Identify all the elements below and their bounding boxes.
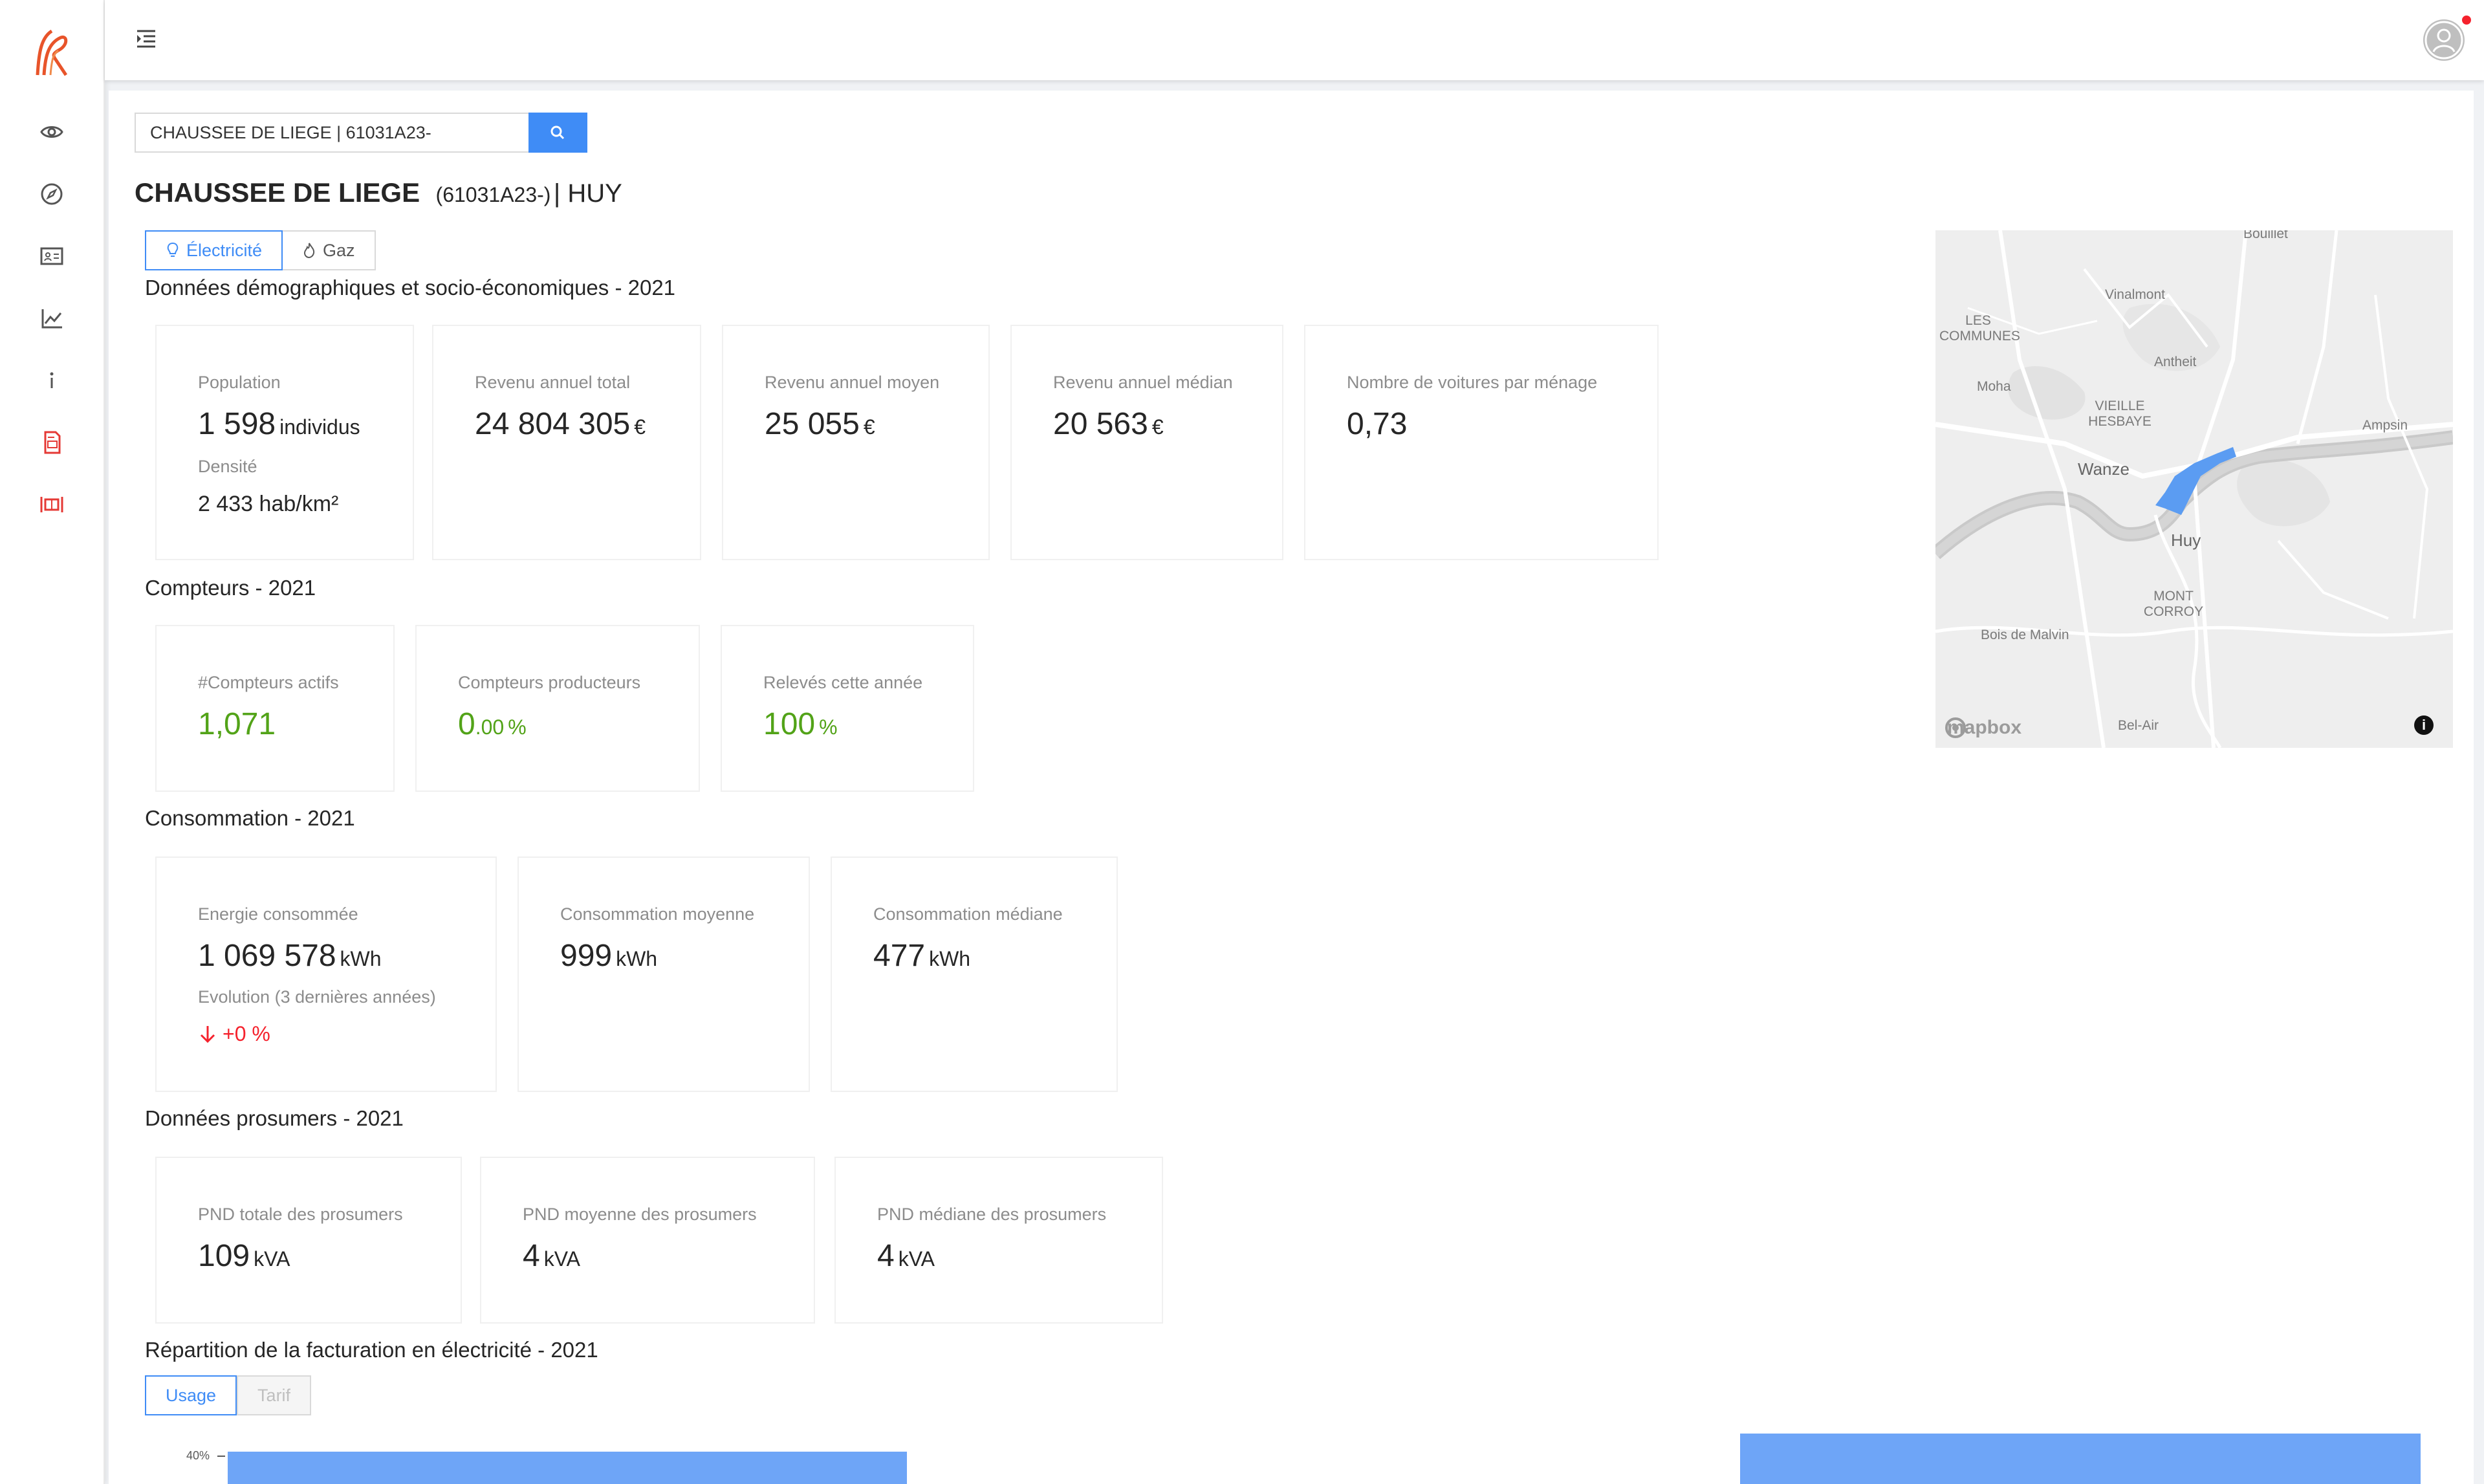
line-chart-icon[interactable]	[38, 304, 66, 333]
card-pnd-median: PND médiane des prosumers 4 kVA	[834, 1157, 1163, 1324]
section-title-prosumers: Données prosumers - 2021	[145, 1106, 404, 1130]
card-producer-meters: Compteurs producteurs 0.00%	[415, 625, 700, 792]
id-card-icon[interactable]	[38, 242, 66, 270]
search-icon	[550, 125, 565, 140]
card-pnd-mean: PND moyenne des prosumers 4 kVA	[480, 1157, 815, 1324]
tab-usage[interactable]: Usage	[145, 1375, 237, 1415]
map[interactable]: Bouillet Vinalmont LES COMMUNES Antheit …	[1935, 230, 2453, 748]
tab-tariff[interactable]: Tarif	[237, 1375, 312, 1415]
y-tick-label: 40%	[186, 1449, 210, 1462]
mapbox-logo-icon	[1945, 717, 1966, 738]
card-revenue-median: Revenu annuel médian 20 563 €	[1010, 325, 1283, 560]
y-tick-mark	[217, 1456, 225, 1457]
card-energy-consumed: Energie consommée 1 069 578 kWh Evolution…	[155, 857, 497, 1092]
menu-fold-icon[interactable]	[133, 26, 159, 52]
card-revenue-mean: Revenu annuel moyen 25 055 €	[722, 325, 990, 560]
section-title-consumption: Consommation - 2021	[145, 806, 355, 830]
file-pdf-icon[interactable]	[38, 428, 66, 457]
energy-tabs: Électricité Gaz	[145, 230, 376, 270]
section-title-billing: Répartition de la facturation en électri…	[145, 1338, 598, 1362]
compass-icon[interactable]	[38, 180, 66, 208]
sidebar	[0, 0, 105, 1484]
user-icon[interactable]	[2423, 19, 2465, 61]
top-header	[105, 0, 2484, 80]
search-bar	[135, 113, 587, 153]
eye-icon[interactable]	[38, 118, 66, 146]
card-revenue-total: Revenu annuel total 24 804 305 €	[432, 325, 701, 560]
evolution-value: +0 %	[198, 1022, 270, 1046]
main-content: CHAUSSEE DE LIEGE (61031A23-) | HUY Élec…	[109, 91, 2474, 1484]
map-canvas	[1935, 230, 2453, 748]
tab-gas[interactable]: Gaz	[283, 230, 376, 270]
card-active-meters: #Compteurs actifs 1,071	[155, 625, 395, 792]
column-width-icon[interactable]	[38, 490, 66, 519]
card-cars: Nombre de voitures par ménage 0,73	[1304, 325, 1659, 560]
card-population: Population 1 598 individus Densité 2 433 …	[155, 325, 414, 560]
card-consumption-mean: Consommation moyenne 999 kWh	[518, 857, 810, 1092]
search-button[interactable]	[528, 113, 587, 153]
section-title-meters: Compteurs - 2021	[145, 576, 316, 600]
map-info-icon[interactable]: i	[2414, 715, 2434, 735]
brand-logo[interactable]	[32, 26, 71, 78]
card-pnd-total: PND totale des prosumers 109 kVA	[155, 1157, 462, 1324]
arrow-down-icon	[200, 1025, 215, 1043]
search-input[interactable]	[135, 113, 528, 153]
notification-dot	[2462, 16, 2471, 25]
info-icon[interactable]	[38, 366, 66, 395]
section-title-demographics: Données démographiques et socio-économiq…	[145, 276, 676, 300]
mapbox-logo[interactable]: mapbox	[1945, 717, 2021, 739]
street-name: CHAUSSEE DE LIEGE	[135, 177, 420, 208]
card-readings: Relevés cette année 100%	[721, 625, 974, 792]
bulb-icon	[167, 242, 179, 257]
card-consumption-median: Consommation médiane 477 kWh	[831, 857, 1118, 1092]
page-title: CHAUSSEE DE LIEGE (61031A23-) | HUY	[135, 177, 622, 208]
chart-bar[interactable]	[1740, 1434, 2421, 1484]
chart-bar[interactable]	[228, 1452, 907, 1484]
street-code: (61031A23-)	[435, 183, 551, 206]
fire-icon	[304, 243, 315, 259]
billing-tabs: Usage Tarif	[145, 1375, 312, 1415]
tab-electricity[interactable]: Électricité	[145, 230, 283, 270]
city-name: | HUY	[553, 179, 622, 208]
